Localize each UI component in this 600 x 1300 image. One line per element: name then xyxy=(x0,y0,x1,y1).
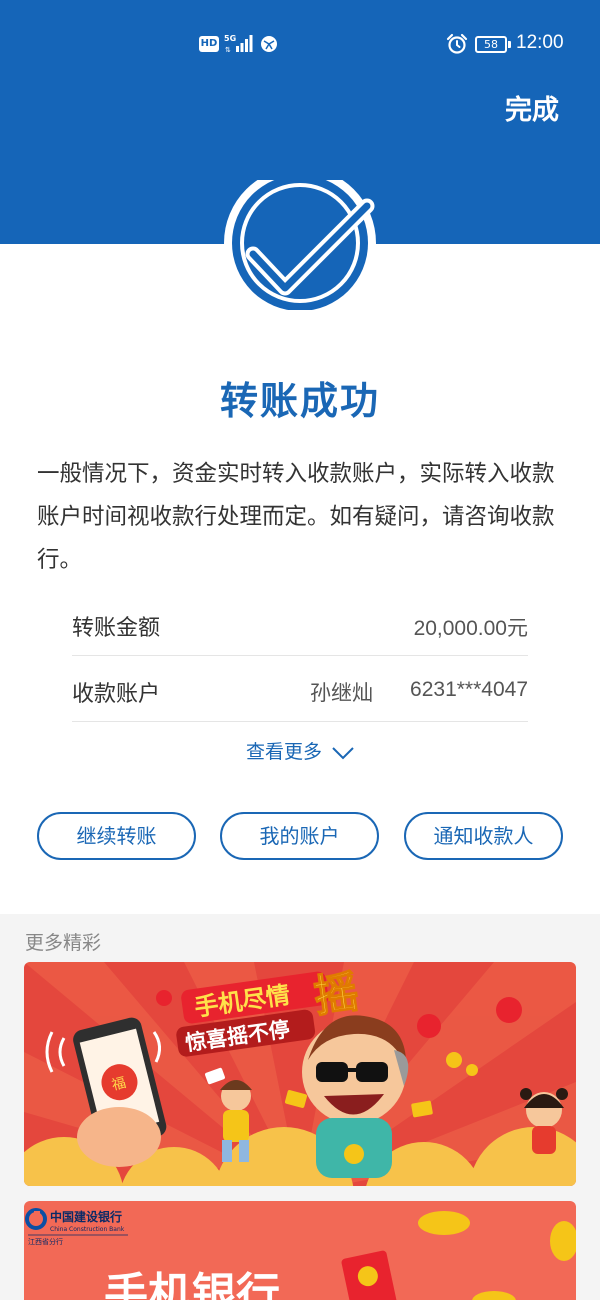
account-number: 6231***4047 xyxy=(410,678,528,701)
bank-branch: 江西省分行 xyxy=(28,1237,63,1246)
my-account-button[interactable]: 我的账户 xyxy=(220,812,379,860)
account-label: 收款账户 xyxy=(72,682,161,707)
mobile-banking-illustration: 中国建设银行 China Construction Bank 江西省分行 手机银… xyxy=(25,1208,576,1300)
shake-promo-banner[interactable]: 福 手机尽情 摇 惊喜摇不停 xyxy=(24,962,576,1186)
see-more-label: 查看更多 xyxy=(245,741,322,763)
banner2-title: 手机银行 xyxy=(104,1269,280,1300)
svg-text:⇅: ⇅ xyxy=(225,46,231,54)
payee-name: 孙继灿 xyxy=(310,681,373,705)
done-button[interactable]: 完成 xyxy=(505,88,559,127)
see-more-link[interactable]: 查看更多 xyxy=(0,737,600,764)
chevron-down-icon xyxy=(332,746,354,759)
status-bar: HD 5G ⇅ 58 12:00 xyxy=(0,28,600,62)
success-title: 转账成功 xyxy=(219,379,380,423)
signal-icon: 5G ⇅ xyxy=(224,34,253,54)
bank-name-en: China Construction Bank xyxy=(50,1226,125,1233)
shake-banner-illustration: 福 手机尽情 摇 惊喜摇不停 xyxy=(24,962,576,1186)
vpn-globe-icon xyxy=(261,36,277,52)
continue-transfer-button[interactable]: 继续转账 xyxy=(37,812,196,860)
battery-icon: 58 xyxy=(475,36,511,53)
bank-name-cn: 中国建设银行 xyxy=(50,1209,122,1224)
alarm-icon xyxy=(446,33,468,54)
hd-icon: HD xyxy=(199,36,219,52)
promo-section-title: 更多精彩 xyxy=(25,932,102,954)
mobile-banking-banner[interactable]: 中国建设银行 China Construction Bank 江西省分行 手机银… xyxy=(24,1201,576,1300)
banner1-big-char: 摇 xyxy=(311,966,362,1023)
account-row: 收款账户 孙继灿 6231***4047 xyxy=(72,656,528,722)
success-check-icon xyxy=(224,180,376,310)
transfer-description: 一般情况下，资金实时转入收款账户，实际转入收款账户时间视收款行处理而定。如有疑问… xyxy=(37,461,555,573)
notify-payee-button[interactable]: 通知收款人 xyxy=(404,812,563,860)
amount-label: 转账金额 xyxy=(72,616,161,641)
clock-time: 12:00 xyxy=(516,32,564,53)
amount-row: 转账金额 20,000.00元 xyxy=(72,590,528,656)
svg-text:5G: 5G xyxy=(224,34,236,43)
amount-value: 20,000.00元 xyxy=(413,617,528,640)
